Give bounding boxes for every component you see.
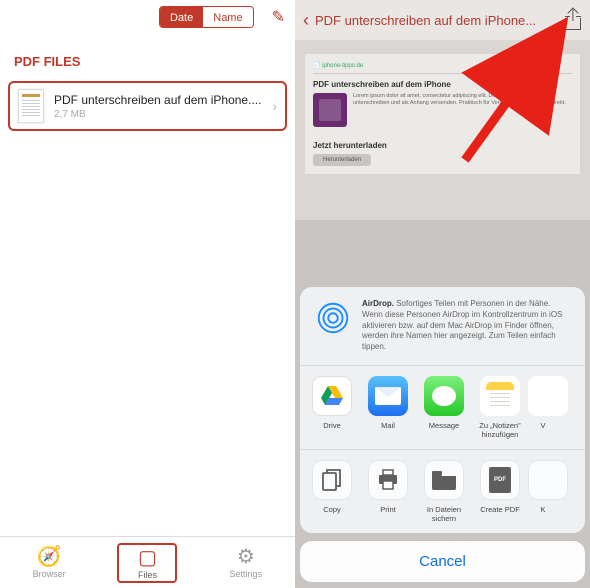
tab-bar: 🧭 Browser ▢ Files ⚙ Settings bbox=[0, 536, 295, 588]
chevron-right-icon: › bbox=[272, 98, 277, 114]
share-icon[interactable] bbox=[564, 10, 582, 30]
share-actions-row[interactable]: Copy Print In Dateien sichern PDF Cr bbox=[300, 450, 585, 533]
file-row[interactable]: PDF unterschreiben auf dem iPhone.... 2,… bbox=[8, 81, 287, 131]
notes-icon bbox=[480, 376, 520, 416]
airdrop-icon bbox=[314, 299, 352, 337]
message-icon bbox=[424, 376, 464, 416]
seg-name[interactable]: Name bbox=[203, 7, 252, 27]
airdrop-text: AirDrop. Sofortiges Teilen mit Personen … bbox=[362, 299, 571, 353]
share-app-drive[interactable]: Drive bbox=[304, 376, 360, 439]
tab-files[interactable]: ▢ Files bbox=[117, 543, 177, 583]
action-more[interactable]: K bbox=[528, 460, 558, 523]
sort-segmented[interactable]: Date Name bbox=[159, 6, 254, 28]
seg-date[interactable]: Date bbox=[160, 7, 203, 27]
share-app-notes[interactable]: Zu „Notizen" hinzufügen bbox=[472, 376, 528, 439]
copy-icon bbox=[312, 460, 352, 500]
action-save-files[interactable]: In Dateien sichern bbox=[416, 460, 472, 523]
drive-icon bbox=[312, 376, 352, 416]
preview-subheading: Jetzt herunterladen bbox=[313, 141, 572, 150]
files-icon: ▢ bbox=[138, 548, 157, 568]
compass-icon: 🧭 bbox=[37, 547, 62, 567]
preview-heading: PDF unterschreiben auf dem iPhone bbox=[313, 80, 572, 89]
file-size: 2,7 MB bbox=[54, 109, 262, 120]
cancel-button[interactable]: Cancel bbox=[300, 541, 585, 582]
share-app-mail[interactable]: Mail bbox=[360, 376, 416, 439]
preview-image-icon bbox=[313, 93, 347, 127]
share-app-message[interactable]: Message bbox=[416, 376, 472, 439]
action-copy[interactable]: Copy bbox=[304, 460, 360, 523]
share-app-more[interactable]: V bbox=[528, 376, 558, 439]
action-icon bbox=[528, 460, 568, 500]
action-create-pdf[interactable]: PDF Create PDF bbox=[472, 460, 528, 523]
share-sheet: AirDrop. Sofortiges Teilen mit Personen … bbox=[300, 287, 585, 582]
preview-url: 📄 iphone-tipps.de bbox=[313, 62, 572, 74]
download-button: Herunterladen bbox=[313, 154, 371, 166]
edit-icon[interactable]: ✎ bbox=[272, 7, 285, 27]
print-icon bbox=[368, 460, 408, 500]
pdf-icon: PDF bbox=[480, 460, 520, 500]
action-print[interactable]: Print bbox=[360, 460, 416, 523]
gear-icon: ⚙ bbox=[237, 547, 255, 567]
tab-settings[interactable]: ⚙ Settings bbox=[216, 547, 276, 579]
tab-browser[interactable]: 🧭 Browser bbox=[19, 547, 79, 579]
file-thumbnail-icon bbox=[18, 89, 44, 123]
back-icon[interactable]: ‹ bbox=[303, 10, 309, 31]
file-name: PDF unterschreiben auf dem iPhone.... bbox=[54, 93, 262, 107]
nav-bar: ‹ PDF unterschreiben auf dem iPhone... bbox=[295, 0, 590, 40]
app-icon bbox=[528, 376, 568, 416]
share-apps-row[interactable]: Drive Mail Message Zu „Notizen" hinzufüg… bbox=[300, 366, 585, 450]
section-header: PDF FILES bbox=[0, 34, 295, 79]
preview-body: Lorem ipsum dolor sit amet, consectetur … bbox=[353, 93, 572, 127]
folder-icon bbox=[424, 460, 464, 500]
mail-icon bbox=[368, 376, 408, 416]
airdrop-row[interactable]: AirDrop. Sofortiges Teilen mit Personen … bbox=[300, 287, 585, 366]
page-title: PDF unterschreiben auf dem iPhone... bbox=[315, 13, 558, 28]
